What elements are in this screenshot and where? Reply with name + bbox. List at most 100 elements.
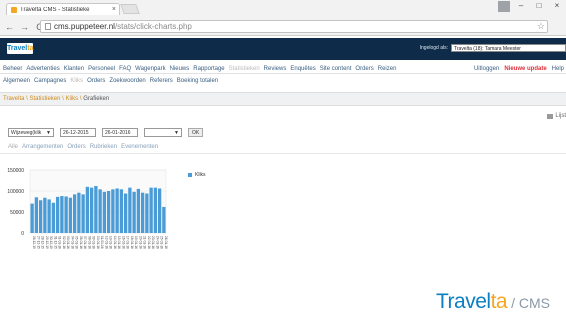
sub-tab[interactable]: Orders bbox=[67, 144, 85, 150]
x-tick-label: 05-01-16 bbox=[75, 236, 79, 249]
x-tick-label: 30-12-15 bbox=[49, 236, 53, 249]
update-link[interactable]: Nieuwe update bbox=[504, 66, 546, 72]
sub-tabs: Alle Arrangementen Orders Rubrieken Evenemen… bbox=[8, 144, 158, 150]
sub-menu-item[interactable]: Referers bbox=[150, 78, 173, 84]
footer-logo: Travelta / CMS bbox=[436, 290, 550, 314]
sub-tab[interactable]: Alle bbox=[8, 144, 18, 150]
filter-row: Wijzeweg(klik ▼ 26-12-2015 26-01-2016 ▼ O… bbox=[8, 128, 204, 137]
sub-menu: Algemeen Campagnes Kliks Orders Zoekwoorden R… bbox=[0, 76, 566, 86]
tab-close-icon[interactable]: × bbox=[112, 6, 116, 13]
date-from-input[interactable]: 26-12-2015 bbox=[60, 128, 96, 137]
main-menu-item[interactable]: Klanten bbox=[64, 66, 84, 72]
sub-tab[interactable]: Arrangementen bbox=[22, 144, 63, 150]
bar bbox=[89, 187, 94, 233]
x-tick-label: 23-01-16 bbox=[151, 236, 155, 249]
period-select[interactable]: Wijzeweg(klik ▼ bbox=[8, 128, 54, 137]
bar bbox=[47, 199, 51, 233]
bar bbox=[111, 189, 115, 233]
x-tick-label: 07-01-16 bbox=[83, 236, 87, 249]
sub-menu-item[interactable]: Zoekwoorden bbox=[109, 78, 145, 84]
new-tab-button[interactable] bbox=[120, 4, 140, 14]
x-tick-label: 12-01-16 bbox=[104, 236, 108, 249]
x-tick-label: 10-01-16 bbox=[96, 236, 100, 249]
x-tick-label: 18-01-16 bbox=[130, 236, 134, 249]
chart-legend: Kliks bbox=[188, 172, 206, 178]
ok-button[interactable]: OK bbox=[188, 128, 204, 137]
footer-logo-accent: ta bbox=[490, 290, 508, 313]
bar bbox=[81, 194, 85, 233]
bar bbox=[38, 200, 43, 233]
sub-menu-item[interactable]: Orders bbox=[87, 78, 105, 84]
bar bbox=[136, 188, 141, 233]
bar bbox=[119, 189, 124, 233]
x-tick-label: 26-12-15 bbox=[32, 236, 36, 249]
minimize-button[interactable]: – bbox=[514, 1, 528, 12]
breadcrumb-item[interactable]: Travelta bbox=[3, 96, 24, 102]
main-menu-item[interactable]: Personeel bbox=[88, 66, 115, 72]
header-logo[interactable]: Travelta bbox=[7, 43, 33, 54]
tool-row: Lijst bbox=[0, 112, 566, 122]
period-value: Wijzeweg(klik bbox=[11, 129, 42, 136]
logo-main-text: Travel bbox=[7, 45, 28, 52]
user-select[interactable]: Travelta (18): Tamara Meester bbox=[451, 44, 566, 52]
main-menu-item[interactable]: FAQ bbox=[119, 66, 131, 72]
sub-tab[interactable]: Evenementen bbox=[121, 144, 158, 150]
main-menu-item[interactable]: Statistieken bbox=[229, 66, 260, 72]
main-menu-item[interactable]: Wagenpark bbox=[135, 66, 165, 72]
window-controls: – □ × bbox=[498, 1, 564, 12]
main-menu-item[interactable]: Reviews bbox=[264, 66, 287, 72]
close-window-button[interactable]: × bbox=[550, 1, 564, 12]
bar bbox=[64, 196, 68, 233]
bar bbox=[30, 203, 34, 233]
main-menu-item[interactable]: Nieuws bbox=[170, 66, 190, 72]
maximize-button[interactable]: □ bbox=[532, 1, 546, 12]
x-tick-label: 11-01-16 bbox=[100, 236, 104, 249]
list-view-button[interactable]: Lijst bbox=[547, 113, 566, 119]
x-tick-label: 16-01-16 bbox=[121, 236, 125, 249]
sub-menu-item[interactable]: Boeking totalen bbox=[177, 78, 218, 84]
browser-tab[interactable]: Travelta CMS - Statistieke × bbox=[6, 3, 120, 15]
x-tick-label: 31-12-15 bbox=[53, 236, 57, 249]
main-menu-item[interactable]: Orders bbox=[355, 66, 373, 72]
main-menu-item[interactable]: Advertenties bbox=[26, 66, 59, 72]
sub-menu-item[interactable]: Algemeen bbox=[3, 78, 30, 84]
favicon-icon bbox=[11, 6, 17, 13]
main-menu-item[interactable]: Enquêtes bbox=[290, 66, 315, 72]
kliks-chart: 150000 100000 50000 0 26-12-15 27-12-15 28-12-… bbox=[7, 168, 168, 249]
forward-icon[interactable]: → bbox=[20, 22, 29, 32]
address-bar[interactable]: cms.puppeteer.nl/stats/click-charts.php … bbox=[40, 20, 548, 33]
bar bbox=[43, 197, 47, 233]
app-header: Travelta Ingelogd als: Travelta (18): Ta… bbox=[0, 38, 566, 60]
bar bbox=[60, 196, 64, 233]
bar bbox=[140, 192, 145, 233]
main-menu-item[interactable]: Site content bbox=[320, 66, 352, 72]
x-tick-label: 24-01-16 bbox=[155, 236, 159, 249]
bar bbox=[68, 197, 73, 233]
main-menu-item[interactable]: Beheer bbox=[3, 66, 22, 72]
bookmark-star-icon[interactable]: ☆ bbox=[537, 21, 545, 32]
legend-label: Kliks bbox=[195, 172, 206, 178]
breadcrumb-item: Grafieken bbox=[83, 96, 110, 102]
bar bbox=[72, 194, 77, 233]
sub-menu-item[interactable]: Campagnes bbox=[34, 78, 66, 84]
x-tick-label: 22-01-16 bbox=[147, 236, 151, 249]
footer-logo-main: Travel bbox=[436, 290, 491, 313]
main-menu-item[interactable]: Rapportage bbox=[193, 66, 224, 72]
back-icon[interactable]: ← bbox=[5, 22, 14, 32]
x-tick-label: 02-01-16 bbox=[62, 236, 66, 249]
breadcrumb-item[interactable]: Kliks bbox=[66, 96, 79, 102]
x-tick-label: 15-01-16 bbox=[117, 236, 121, 249]
logout-link[interactable]: Uitloggen bbox=[474, 66, 499, 72]
date-to-input[interactable]: 26-01-2016 bbox=[102, 128, 138, 137]
bar bbox=[128, 187, 132, 233]
help-link[interactable]: Help bbox=[552, 66, 564, 72]
breadcrumb-item[interactable]: Statistieken bbox=[29, 96, 60, 102]
x-tick-label: 17-01-16 bbox=[126, 236, 130, 249]
sub-tab[interactable]: Rubrieken bbox=[90, 144, 117, 150]
bar bbox=[123, 193, 128, 233]
sub-menu-item[interactable]: Kliks bbox=[70, 78, 83, 84]
x-tick-label: 19-01-16 bbox=[134, 236, 138, 249]
extra-select[interactable]: ▼ bbox=[144, 128, 182, 137]
main-menu-item[interactable]: Reizen bbox=[378, 66, 397, 72]
bar bbox=[149, 187, 153, 233]
